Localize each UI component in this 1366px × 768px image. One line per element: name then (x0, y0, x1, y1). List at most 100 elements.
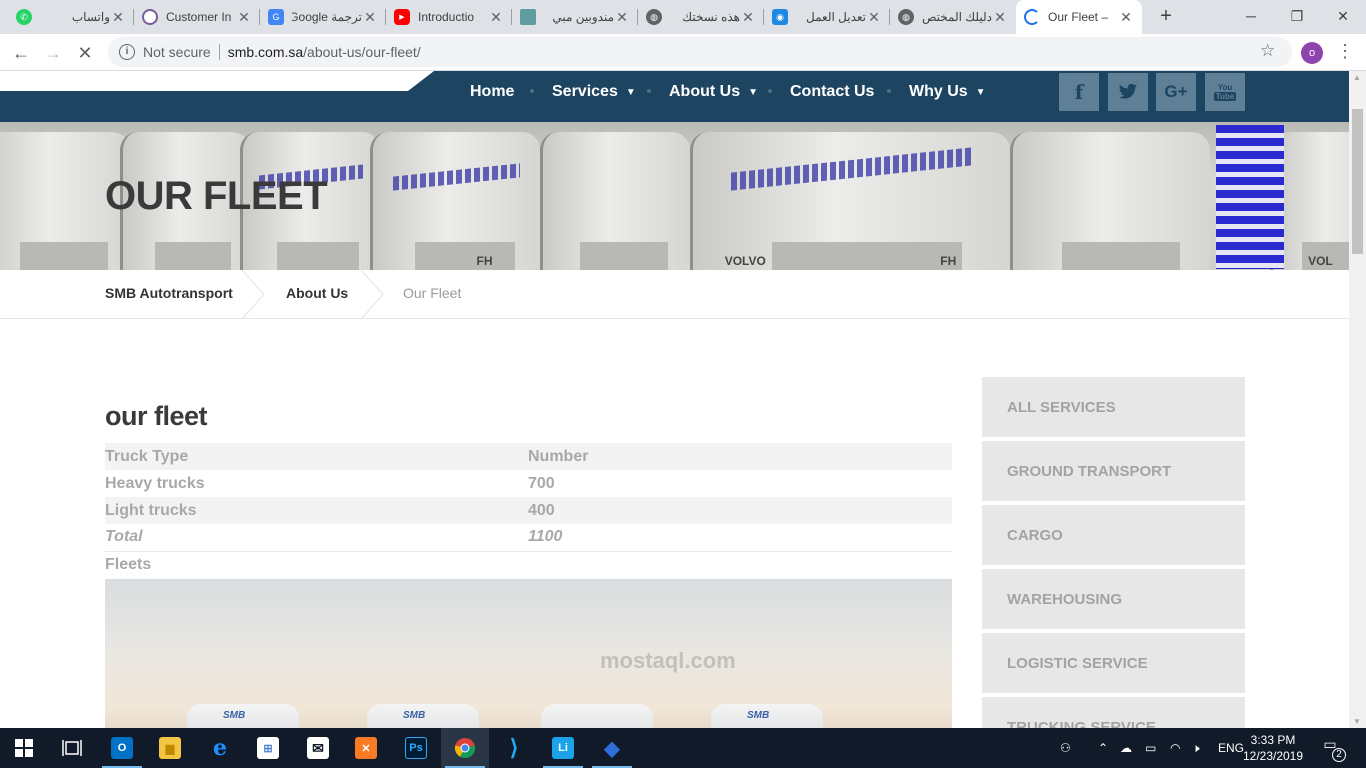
tab-title: مندوبين مبي (552, 10, 614, 24)
close-window-button[interactable]: ✕ (1320, 0, 1366, 32)
profile-avatar[interactable]: o (1301, 42, 1323, 64)
taskbar-mail[interactable]: ✉ (294, 728, 342, 768)
table-cell: Heavy trucks (105, 474, 205, 492)
tab-mandoubin[interactable]: مندوبين مبي ✕ (512, 0, 638, 34)
taskbar-file-explorer[interactable]: ▆ (146, 728, 194, 768)
volume-muted-icon[interactable]: 🕨 (1192, 728, 1210, 768)
breadcrumb-about-us[interactable]: About Us (286, 285, 348, 301)
close-icon[interactable]: ✕ (866, 9, 882, 26)
close-icon[interactable]: ✕ (740, 9, 756, 26)
new-tab-button[interactable]: + (1154, 4, 1178, 28)
breadcrumb-separator-icon (242, 270, 264, 319)
close-icon[interactable]: ✕ (362, 9, 378, 26)
nav-services[interactable]: Services ▼ (552, 71, 636, 113)
tab-title: واتساب (71, 10, 110, 24)
taskbar-photoshop[interactable]: Ps (392, 728, 440, 768)
breadcrumb-home[interactable]: SMB Autotransport (105, 285, 233, 301)
start-button[interactable] (0, 728, 48, 768)
system-clock[interactable]: 3:33 PM 12/23/2019 (1238, 732, 1308, 764)
tab-guide[interactable]: ◍ دليلك المختص ✕ (890, 0, 1016, 34)
breadcrumb-current: Our Fleet (403, 285, 462, 301)
nav-label: Home (470, 83, 515, 100)
scroll-down-icon[interactable]: ▼ (1353, 717, 1361, 726)
tab-youtube[interactable]: ▶ Introductio ✕ (386, 0, 512, 34)
outlook-icon: O (111, 737, 133, 759)
scrollbar-thumb[interactable] (1352, 109, 1363, 254)
people-icon[interactable]: ⚇ (1060, 728, 1080, 768)
taskbar-outlook[interactable]: O (98, 728, 146, 768)
notification-count: 2 (1332, 748, 1346, 762)
windows-logo-icon (15, 739, 33, 757)
forward-button[interactable]: → (40, 40, 66, 66)
tab-google-translate[interactable]: G ترجمة Google ✕ (260, 0, 386, 34)
table-header-cell: Number (528, 443, 952, 470)
table-header-row: Truck Type Number (105, 443, 952, 470)
action-center-button[interactable]: ▭ 2 (1318, 736, 1346, 762)
sidebar-item-logistic-service[interactable]: LOGISTIC SERVICE (982, 633, 1245, 693)
taskbar-chrome[interactable] (441, 728, 489, 768)
onedrive-cloud-icon[interactable]: ☁ (1120, 728, 1138, 768)
table-header-cell: Truck Type (105, 443, 528, 470)
battery-icon[interactable]: ▭ (1145, 728, 1163, 768)
menu-kebab-icon[interactable]: ⋮ (1336, 41, 1354, 61)
fleets-label: Fleets (105, 556, 152, 573)
back-button[interactable]: ← (8, 40, 34, 66)
sidebar-item-all-services[interactable]: ALL SERVICES (982, 377, 1245, 437)
scroll-up-icon[interactable]: ▲ (1353, 73, 1361, 82)
tab-our-fleet[interactable]: Our Fleet – ✕ (1016, 0, 1142, 34)
nav-home[interactable]: Home (470, 71, 514, 113)
browser-toolbar: ← → ✕ i Not secure smb.com.sa/about-us/o… (0, 34, 1366, 71)
address-bar[interactable]: i Not secure smb.com.sa/about-us/our-fle… (108, 37, 1292, 67)
maximize-button[interactable]: ❐ (1274, 0, 1320, 32)
caret-down-icon: ▼ (975, 86, 986, 98)
nav-why-us[interactable]: Why Us ▼ (909, 71, 986, 113)
twitter-icon[interactable] (1108, 73, 1148, 111)
taskbar-security[interactable]: ◆ (588, 728, 636, 768)
close-icon[interactable]: ✕ (236, 9, 252, 26)
tab-whatsapp[interactable]: ✆ واتساب ✕ (8, 0, 134, 34)
table-total-row: Total 1100 (105, 524, 952, 552)
nav-about-us[interactable]: About Us ▼ (669, 71, 758, 113)
youtube-icon[interactable]: You Tube (1205, 73, 1245, 111)
close-icon[interactable]: ✕ (1118, 9, 1134, 26)
taskbar-store[interactable]: ⊞ (244, 728, 292, 768)
sidebar-item-trucking-service[interactable]: TRUCKING SERVICE (982, 697, 1245, 728)
site-icon (520, 9, 536, 25)
table-cell: 700 (528, 474, 555, 492)
sidebar-item-warehousing[interactable]: WAREHOUSING (982, 569, 1245, 629)
table-cell: 400 (528, 497, 952, 524)
bookmark-star-icon[interactable]: ☆ (1260, 41, 1275, 61)
table-row: Heavy trucks 700 (105, 470, 952, 497)
truck-label: SMB (223, 710, 246, 721)
globe-icon (142, 9, 158, 25)
close-icon[interactable]: ✕ (110, 9, 126, 26)
google-plus-icon[interactable]: G+ (1156, 73, 1196, 111)
tab-customer[interactable]: Customer In ✕ (134, 0, 260, 34)
info-icon[interactable]: i (119, 44, 135, 60)
close-icon[interactable]: ✕ (488, 9, 504, 26)
tab-edit-work[interactable]: ◉ تعديل العمل ✕ (764, 0, 890, 34)
wifi-icon[interactable]: ◠ (1170, 728, 1188, 768)
xampp-icon: ✕ (355, 737, 377, 759)
task-view-button[interactable] (48, 728, 96, 768)
taskbar-edge[interactable]: e (196, 728, 244, 768)
caret-down-icon: ▼ (625, 86, 636, 98)
youtube-icon: ▶ (394, 9, 410, 25)
close-icon[interactable]: ✕ (992, 9, 1008, 26)
minimize-button[interactable]: ─ (1228, 0, 1274, 32)
close-icon[interactable]: ✕ (614, 9, 630, 26)
nav-contact-us[interactable]: Contact Us (790, 71, 874, 113)
sidebar-item-cargo[interactable]: CARGO (982, 505, 1245, 565)
page-viewport: Home Services ▼ About Us ▼ Contact Us Why … (0, 71, 1349, 728)
page-scrollbar[interactable]: ▲ ▼ (1349, 71, 1366, 728)
tray-chevron-up-icon[interactable]: ⌃ (1098, 728, 1112, 768)
stop-loading-button[interactable]: ✕ (72, 40, 98, 66)
sidebar-item-ground-transport[interactable]: GROUND TRANSPORT (982, 441, 1245, 501)
taskbar-vscode[interactable]: ⟩ (490, 728, 538, 768)
tab-title: تعديل العمل (806, 10, 866, 24)
facebook-icon[interactable]: f (1059, 73, 1099, 111)
task-view-icon (62, 740, 82, 756)
taskbar-app-li[interactable]: Li (539, 728, 587, 768)
tab-your-copy[interactable]: ◍ هذه نسختك ✕ (638, 0, 764, 34)
taskbar-xampp[interactable]: ✕ (342, 728, 390, 768)
